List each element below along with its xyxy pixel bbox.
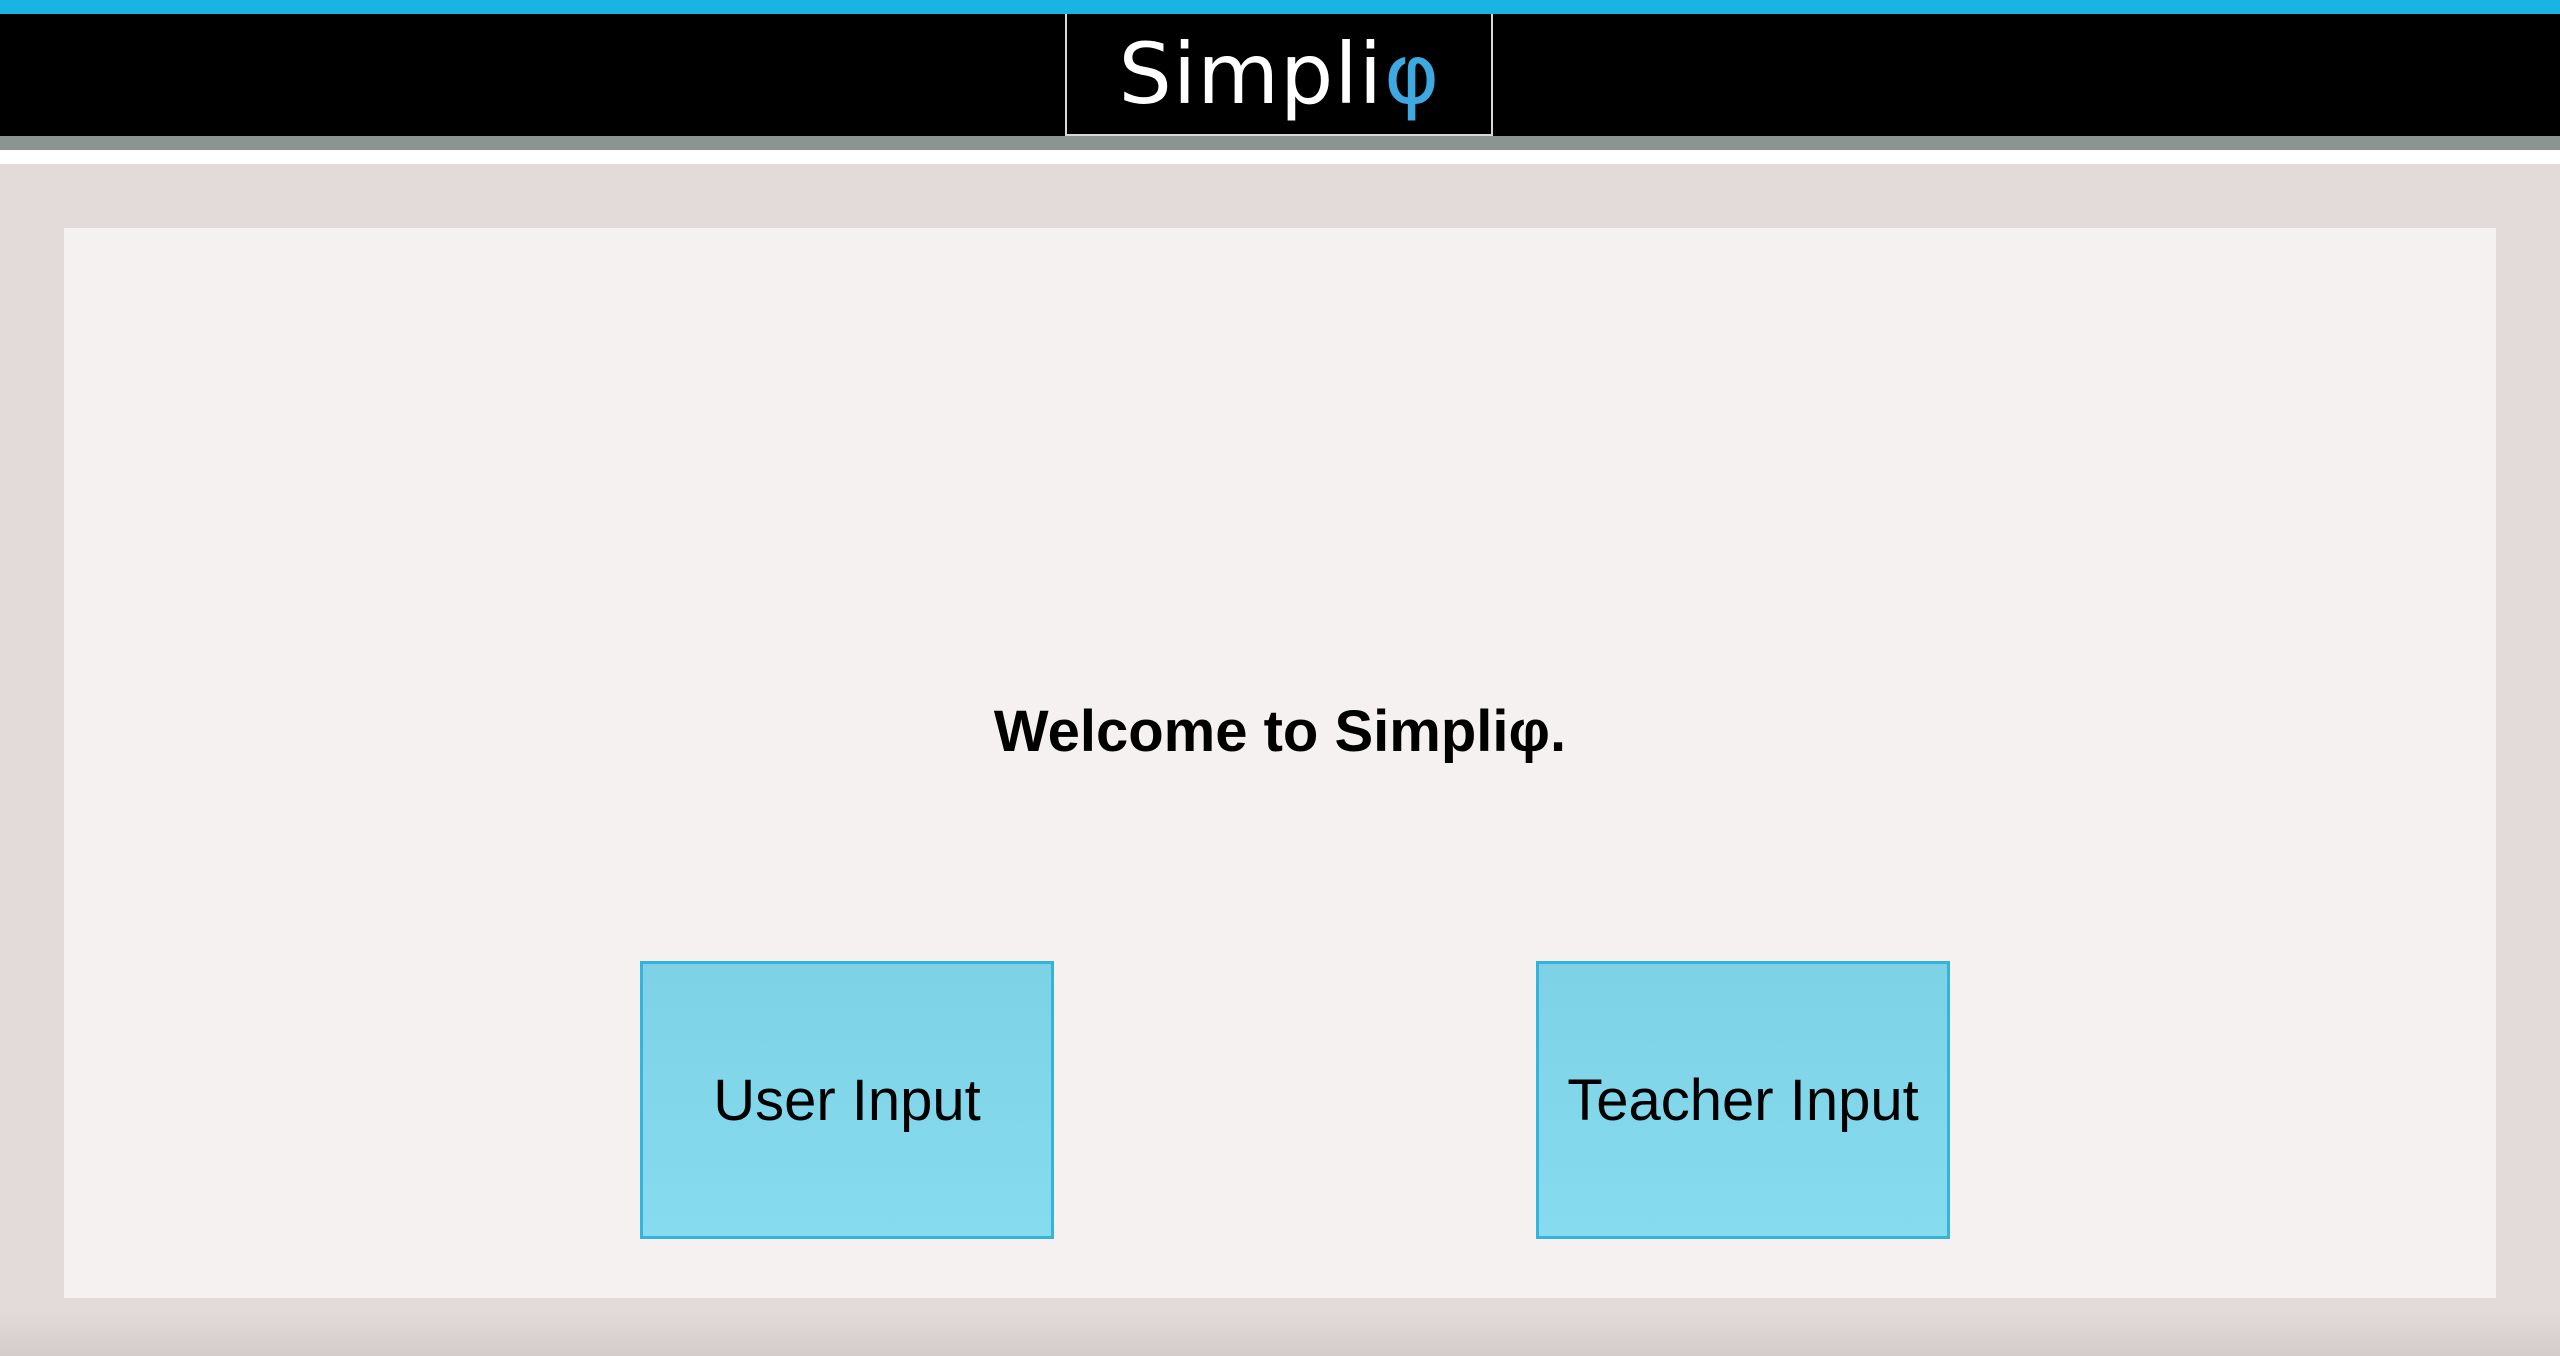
welcome-heading: Welcome to Simpliφ. — [993, 699, 1567, 764]
header-divider-light — [0, 150, 2560, 164]
header-divider — [0, 136, 2560, 150]
teacher-input-button-label: Teacher Input — [1567, 1067, 1919, 1133]
top-accent-bar — [0, 0, 2560, 14]
logo-text: Simpli — [1118, 25, 1384, 123]
bottom-shade — [0, 1310, 2560, 1356]
user-input-button-label: User Input — [713, 1067, 981, 1133]
header-bar: Simpli φ — [0, 14, 2560, 136]
logo-phi-symbol: φ — [1384, 25, 1440, 123]
main-panel: Welcome to Simpliφ. User Input Teacher I… — [64, 228, 2496, 1298]
user-input-button[interactable]: User Input — [640, 961, 1054, 1239]
teacher-input-button[interactable]: Teacher Input — [1536, 961, 1950, 1239]
logo: Simpli φ — [1065, 14, 1493, 136]
